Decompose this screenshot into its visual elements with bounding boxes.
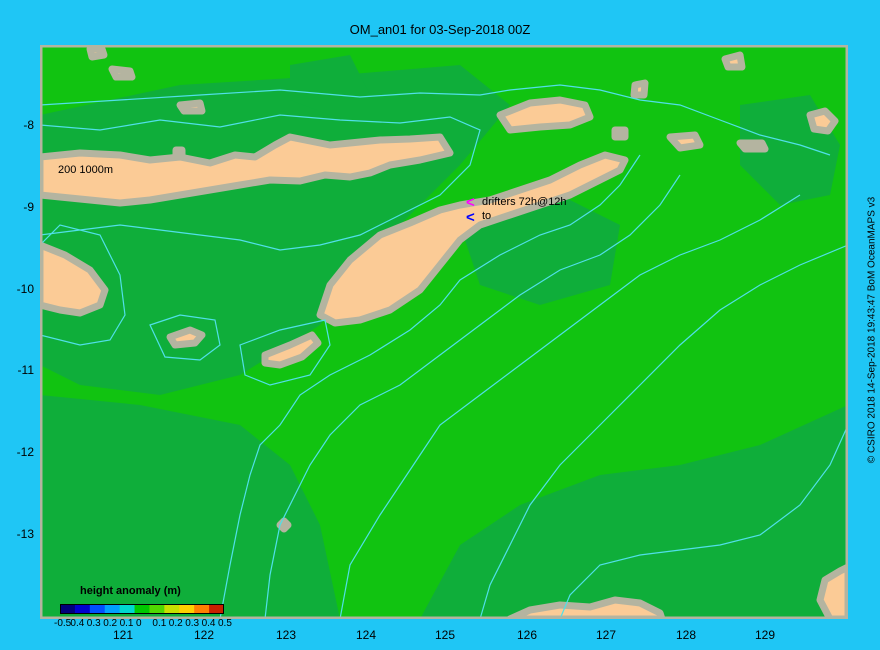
x-tick-label: 126 <box>516 628 538 642</box>
colorbar-segment <box>104 604 121 614</box>
colorbar-tick-label: 0.3 <box>86 618 101 629</box>
x-tick-label: 124 <box>355 628 377 642</box>
colorbar-tick-label: 0.1 <box>119 618 134 629</box>
y-tick-label: -10 <box>16 282 34 296</box>
colorbar-tick-label: 0 <box>136 618 142 629</box>
y-tick-label: -9 <box>23 200 34 214</box>
colorbar-segment <box>209 604 224 614</box>
colorbar-tick-label: 0.4 <box>70 618 85 629</box>
x-tick-label: 122 <box>193 628 215 642</box>
colorbar-segment <box>164 604 180 614</box>
colorbar-segment <box>74 604 91 614</box>
colorbar-segment <box>149 604 165 614</box>
y-tick-label: -11 <box>17 363 34 377</box>
colorbar-segment <box>179 604 195 614</box>
colorbar-segment <box>89 604 106 614</box>
x-tick-label: 125 <box>434 628 456 642</box>
x-tick-label: 121 <box>112 628 134 642</box>
x-tick-label: 128 <box>675 628 697 642</box>
contour-label: 200 1000m <box>58 164 113 176</box>
drifters-to-label: to <box>482 210 491 222</box>
y-tick-label: -8 <box>23 118 34 132</box>
colorbar-tick-label: 0.5 <box>218 618 232 629</box>
credit-text: © CSIRO 2018 14-Sep-2018 19:43:47 BoM Oc… <box>866 196 878 464</box>
x-tick-label: 127 <box>595 628 617 642</box>
colorbar-tick-label: 0.3 <box>185 618 200 629</box>
drifter-arrow-blue-icon: < <box>466 209 475 226</box>
colorbar-segment <box>119 604 136 614</box>
x-tick-label: 123 <box>275 628 297 642</box>
colorbar-segment <box>194 604 210 614</box>
map-panel[interactable]: 200 1000m < drifters 72h@12h < to <box>40 45 848 619</box>
colorbar-tick-label: 0.2 <box>103 618 118 629</box>
colorbar-tick-label: -0.5 <box>54 618 72 629</box>
colorbar-tick-label: 0.1 <box>152 618 167 629</box>
colorbar-tick-label: 0.4 <box>201 618 216 629</box>
colorbar-segment <box>134 604 150 614</box>
colorbar-tick-label: 0.2 <box>168 618 183 629</box>
y-tick-label: -12 <box>16 445 34 459</box>
colorbar <box>60 604 224 614</box>
drifters-label: drifters 72h@12h <box>482 196 567 208</box>
legend-title: height anomaly (m) <box>80 585 181 597</box>
map-title: OM_an01 for 03-Sep-2018 00Z <box>349 22 531 37</box>
x-tick-label: 129 <box>754 628 776 642</box>
colorbar-segment <box>60 604 76 614</box>
y-tick-label: -13 <box>16 527 34 541</box>
